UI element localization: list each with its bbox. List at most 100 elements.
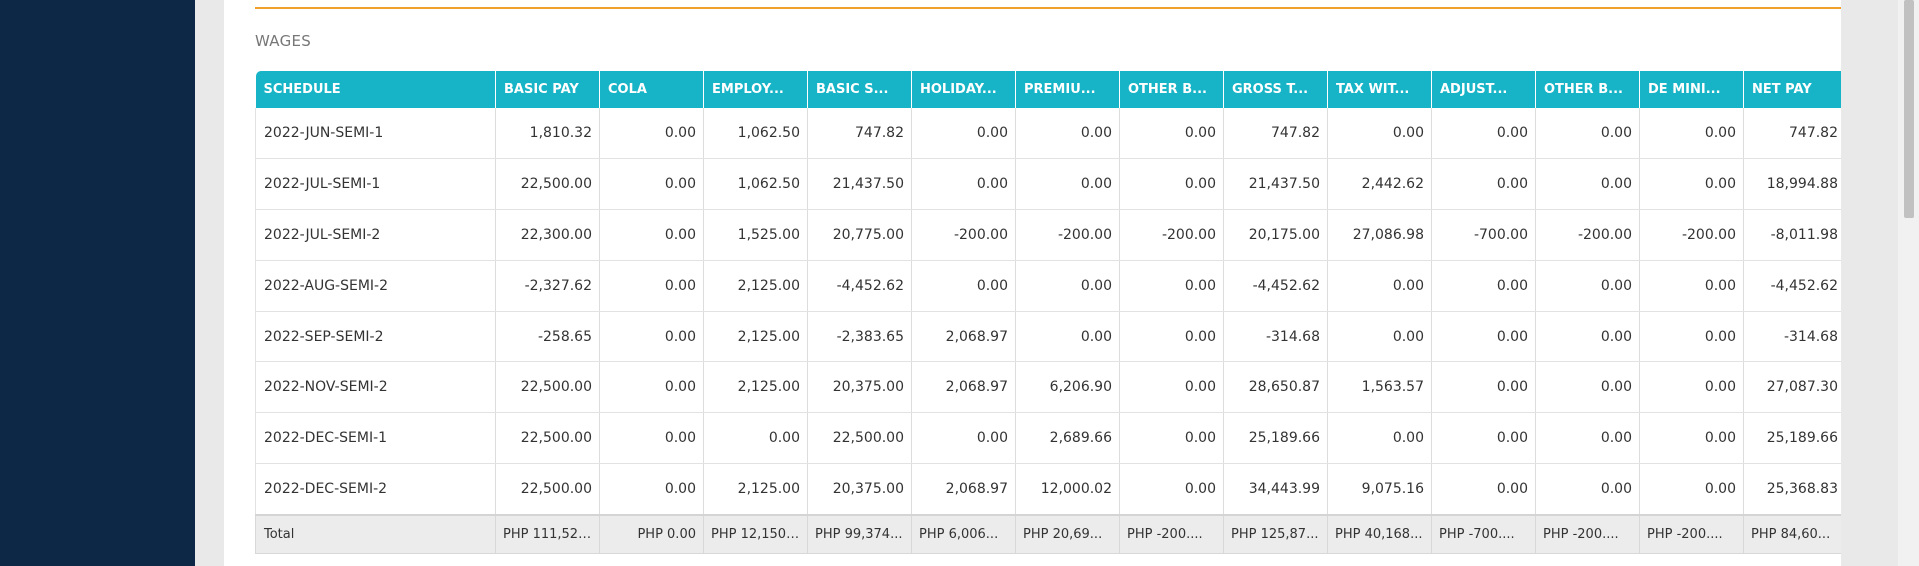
amount-cell: 0.00 <box>1327 412 1432 465</box>
amount-cell: 0.00 <box>1535 361 1640 414</box>
amount-cell: 34,443.99 <box>1223 463 1328 516</box>
amount-cell: 0.00 <box>1639 361 1744 414</box>
amount-cell: 0.00 <box>1535 311 1640 363</box>
table-row[interactable]: 2022-AUG-SEMI-2 -2,327.62 0.00 2,125.00 -4,4… <box>255 260 1846 312</box>
amount-cell: 0.00 <box>1535 463 1640 516</box>
amount-cell: 2,068.97 <box>911 361 1016 414</box>
column-header-adjustments[interactable]: ADJUST... <box>1431 71 1536 108</box>
amount-cell: 0.00 <box>1015 260 1120 312</box>
amount-cell: 0.00 <box>1015 158 1120 210</box>
column-header-net-pay[interactable]: NET PAY <box>1743 71 1846 108</box>
schedule-cell: 2022-DEC-SEMI-2 <box>255 463 496 516</box>
page-gutter-right <box>1841 0 1898 566</box>
content-panel: WAGES SCHEDULE BASIC PAY COLA EMPLOY... … <box>224 0 1846 566</box>
amount-cell: 0.00 <box>1431 260 1536 312</box>
vertical-scrollbar[interactable] <box>1898 0 1919 566</box>
amount-cell: 22,500.00 <box>807 412 912 465</box>
wages-table-container: SCHEDULE BASIC PAY COLA EMPLOY... BASIC … <box>255 71 1846 555</box>
amount-cell: 0.00 <box>1431 108 1536 159</box>
amount-cell: -2,327.62 <box>495 260 600 312</box>
amount-cell: 12,000.02 <box>1015 463 1120 516</box>
total-cell: PHP 111,524... <box>495 514 600 555</box>
amount-cell: 0.00 <box>1015 108 1120 159</box>
table-row[interactable]: 2022-JUN-SEMI-1 1,810.32 0.00 1,062.50 747.8… <box>255 108 1846 159</box>
amount-cell: 0.00 <box>599 108 704 159</box>
column-header-employee[interactable]: EMPLOY... <box>703 71 808 108</box>
total-cell: PHP 0.00 <box>599 514 704 555</box>
table-row[interactable]: 2022-DEC-SEMI-2 22,500.00 0.00 2,125.00 20,3… <box>255 463 1846 516</box>
table-row[interactable]: 2022-JUL-SEMI-2 22,300.00 0.00 1,525.00 20,7… <box>255 209 1846 261</box>
table-header-row: SCHEDULE BASIC PAY COLA EMPLOY... BASIC … <box>255 71 1846 108</box>
amount-cell: 22,500.00 <box>495 361 600 414</box>
amount-cell: 9,075.16 <box>1327 463 1432 516</box>
amount-cell: 22,500.00 <box>495 158 600 210</box>
section-divider <box>255 7 1845 9</box>
total-cell: PHP 84,60... <box>1743 514 1846 555</box>
amount-cell: -200.00 <box>1639 209 1744 261</box>
column-header-holiday[interactable]: HOLIDAY... <box>911 71 1016 108</box>
amount-cell: 0.00 <box>1431 463 1536 516</box>
schedule-cell: 2022-JUN-SEMI-1 <box>255 108 496 159</box>
column-header-other-benefits-2[interactable]: OTHER B... <box>1535 71 1640 108</box>
amount-cell: 21,437.50 <box>1223 158 1328 210</box>
wages-table: SCHEDULE BASIC PAY COLA EMPLOY... BASIC … <box>255 71 1846 555</box>
amount-cell: 0.00 <box>1535 108 1640 159</box>
schedule-cell: 2022-NOV-SEMI-2 <box>255 361 496 414</box>
amount-cell: 0.00 <box>599 209 704 261</box>
table-row[interactable]: 2022-NOV-SEMI-2 22,500.00 0.00 2,125.00 20,3… <box>255 361 1846 414</box>
column-header-de-minimis[interactable]: DE MINI... <box>1639 71 1744 108</box>
column-header-basic-salary[interactable]: BASIC S... <box>807 71 912 108</box>
amount-cell: 2,442.62 <box>1327 158 1432 210</box>
amount-cell: 2,125.00 <box>703 463 808 516</box>
table-row[interactable]: 2022-SEP-SEMI-2 -258.65 0.00 2,125.00 -2,383… <box>255 311 1846 363</box>
amount-cell: 0.00 <box>703 412 808 465</box>
amount-cell: 25,368.83 <box>1743 463 1846 516</box>
totals-label: Total <box>255 514 496 555</box>
total-cell: PHP -200.... <box>1639 514 1744 555</box>
amount-cell: 22,500.00 <box>495 463 600 516</box>
amount-cell: 0.00 <box>1639 260 1744 312</box>
amount-cell: 0.00 <box>1639 311 1744 363</box>
amount-cell: 25,189.66 <box>1743 412 1846 465</box>
amount-cell: 0.00 <box>1327 260 1432 312</box>
total-cell: PHP -700.... <box>1431 514 1536 555</box>
amount-cell: -4,452.62 <box>1743 260 1846 312</box>
column-header-basic-pay[interactable]: BASIC PAY <box>495 71 600 108</box>
table-row[interactable]: 2022-DEC-SEMI-1 22,500.00 0.00 0.00 22,500.0… <box>255 412 1846 465</box>
amount-cell: 0.00 <box>599 463 704 516</box>
amount-cell: 0.00 <box>1119 412 1224 465</box>
amount-cell: 21,437.50 <box>807 158 912 210</box>
table-row[interactable]: 2022-JUL-SEMI-1 22,500.00 0.00 1,062.50 21,4… <box>255 158 1846 210</box>
total-cell: PHP 40,168... <box>1327 514 1432 555</box>
amount-cell: 0.00 <box>1639 158 1744 210</box>
amount-cell: 0.00 <box>911 412 1016 465</box>
column-header-gross-taxable[interactable]: GROSS T... <box>1223 71 1328 108</box>
amount-cell: -200.00 <box>911 209 1016 261</box>
amount-cell: -314.68 <box>1743 311 1846 363</box>
table-body: 2022-JUN-SEMI-1 1,810.32 0.00 1,062.50 747.8… <box>255 108 1846 516</box>
amount-cell: 0.00 <box>1639 463 1744 516</box>
amount-cell: -200.00 <box>1015 209 1120 261</box>
amount-cell: 20,775.00 <box>807 209 912 261</box>
amount-cell: 1,062.50 <box>703 108 808 159</box>
amount-cell: 0.00 <box>599 361 704 414</box>
column-header-tax-withheld[interactable]: TAX WIT... <box>1327 71 1432 108</box>
column-header-cola[interactable]: COLA <box>599 71 704 108</box>
amount-cell: 0.00 <box>1015 311 1120 363</box>
column-header-premium[interactable]: PREMIU... <box>1015 71 1120 108</box>
amount-cell: 20,175.00 <box>1223 209 1328 261</box>
total-cell: PHP 12,150.... <box>703 514 808 555</box>
totals-row: Total PHP 111,524... PHP 0.00 PHP 12,150… <box>255 514 1846 555</box>
amount-cell: 0.00 <box>1119 311 1224 363</box>
column-header-other-benefits-1[interactable]: OTHER B... <box>1119 71 1224 108</box>
amount-cell: 1,563.57 <box>1327 361 1432 414</box>
amount-cell: -200.00 <box>1119 209 1224 261</box>
column-header-schedule[interactable]: SCHEDULE <box>255 71 496 108</box>
scrollbar-thumb[interactable] <box>1904 0 1914 218</box>
schedule-cell: 2022-JUL-SEMI-2 <box>255 209 496 261</box>
total-cell: PHP 20,69... <box>1015 514 1120 555</box>
amount-cell: 6,206.90 <box>1015 361 1120 414</box>
amount-cell: 0.00 <box>1119 260 1224 312</box>
amount-cell: 22,300.00 <box>495 209 600 261</box>
amount-cell: 27,086.98 <box>1327 209 1432 261</box>
